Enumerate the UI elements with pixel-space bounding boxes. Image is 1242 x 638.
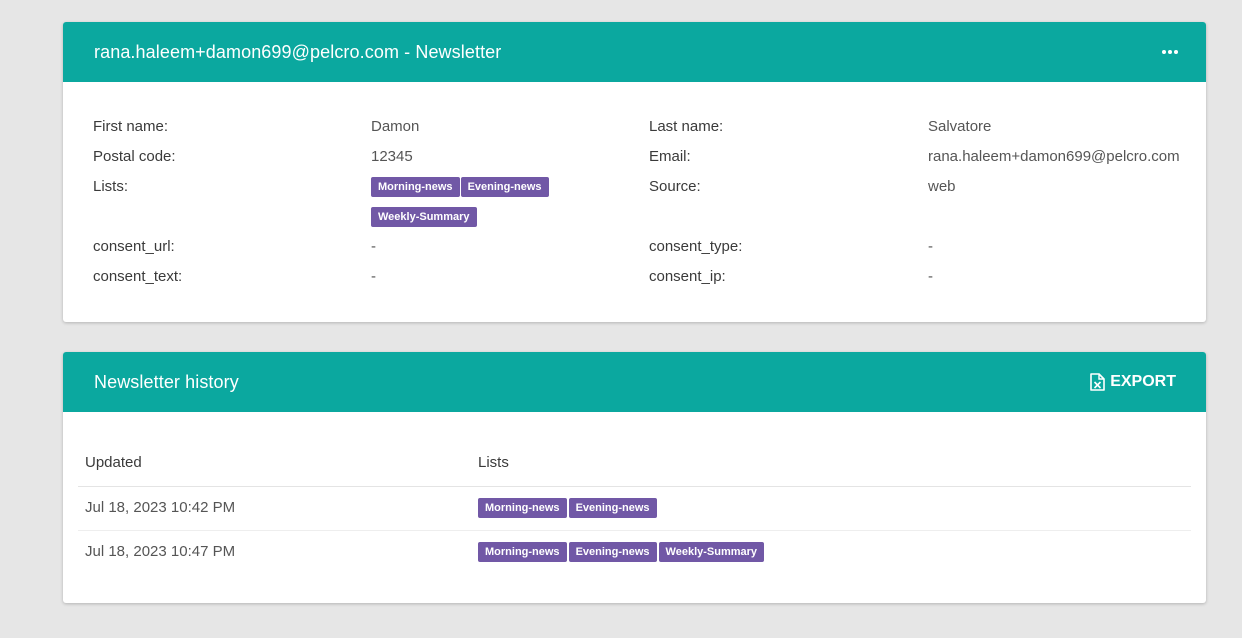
list-tag: Evening-news (568, 498, 657, 518)
profile-card-title: rana.haleem+damon699@pelcro.com - Newsle… (94, 41, 502, 62)
newsletter-profile-card: rana.haleem+damon699@pelcro.com - Newsle… (63, 22, 1206, 322)
consent-ip-value: - (928, 268, 933, 285)
history-card-header: Newsletter history EXPORT (63, 352, 1206, 412)
lists-cell: Morning-news Evening-news Weekly-Summary (478, 542, 766, 562)
more-horizontal-icon-dot (1174, 50, 1178, 54)
export-label: EXPORT (1110, 373, 1176, 390)
list-tag: Weekly-Summary (658, 542, 765, 562)
consent-text-value: - (371, 268, 376, 285)
consent-type-value: - (928, 238, 933, 255)
history-table: Updated Lists Jul 18, 2023 10:42 PM Morn… (78, 442, 1191, 574)
list-tag: Weekly-Summary (371, 207, 477, 227)
profile-card-header: rana.haleem+damon699@pelcro.com - Newsle… (63, 22, 1206, 82)
consent-type-label: consent_type: (649, 238, 743, 255)
updated-cell: Jul 18, 2023 10:47 PM (85, 543, 236, 560)
more-horizontal-icon (1162, 50, 1166, 54)
history-table-header: Updated Lists (78, 442, 1191, 487)
consent-url-value: - (371, 238, 376, 255)
export-button[interactable]: EXPORT (1089, 373, 1176, 391)
table-row: Jul 18, 2023 10:47 PM Morning-news Evenin… (78, 531, 1191, 574)
email-label: Email: (649, 148, 691, 165)
list-tag: Evening-news (568, 542, 657, 562)
history-card-title: Newsletter history (94, 371, 239, 392)
first-name-label: First name: (93, 118, 169, 135)
consent-url-label: consent_url: (93, 238, 175, 255)
more-options-button[interactable] (1158, 44, 1182, 60)
source-label: Source: (649, 178, 701, 195)
lists-cell: Morning-news Evening-news (478, 498, 659, 518)
last-name-label: Last name: (649, 118, 724, 135)
postal-code-label: Postal code: (93, 148, 176, 165)
updated-cell: Jul 18, 2023 10:42 PM (85, 499, 236, 516)
list-tag: Morning-news (478, 498, 567, 518)
email-value: rana.haleem+damon699@pelcro.com (928, 148, 1180, 165)
first-name-value: Damon (371, 118, 420, 135)
lists-label: Lists: (93, 178, 129, 195)
newsletter-history-card: Newsletter history EXPORT Updated Lists … (63, 352, 1206, 603)
last-name-value: Salvatore (928, 118, 992, 135)
consent-text-label: consent_text: (93, 268, 183, 285)
column-header-updated: Updated (85, 454, 142, 471)
source-value: web (928, 178, 956, 195)
table-row: Jul 18, 2023 10:42 PM Morning-news Evenin… (78, 487, 1191, 531)
list-tag: Morning-news (371, 177, 460, 197)
list-tag: Evening-news (460, 177, 549, 197)
postal-code-value: 12345 (371, 148, 413, 165)
column-header-lists: Lists (478, 454, 509, 471)
more-horizontal-icon-dot (1168, 50, 1172, 54)
excel-file-icon (1090, 373, 1106, 391)
list-tag: Morning-news (478, 542, 567, 562)
lists-tags: Morning-news Evening-news Weekly-Summary (371, 177, 571, 237)
consent-ip-label: consent_ip: (649, 268, 726, 285)
